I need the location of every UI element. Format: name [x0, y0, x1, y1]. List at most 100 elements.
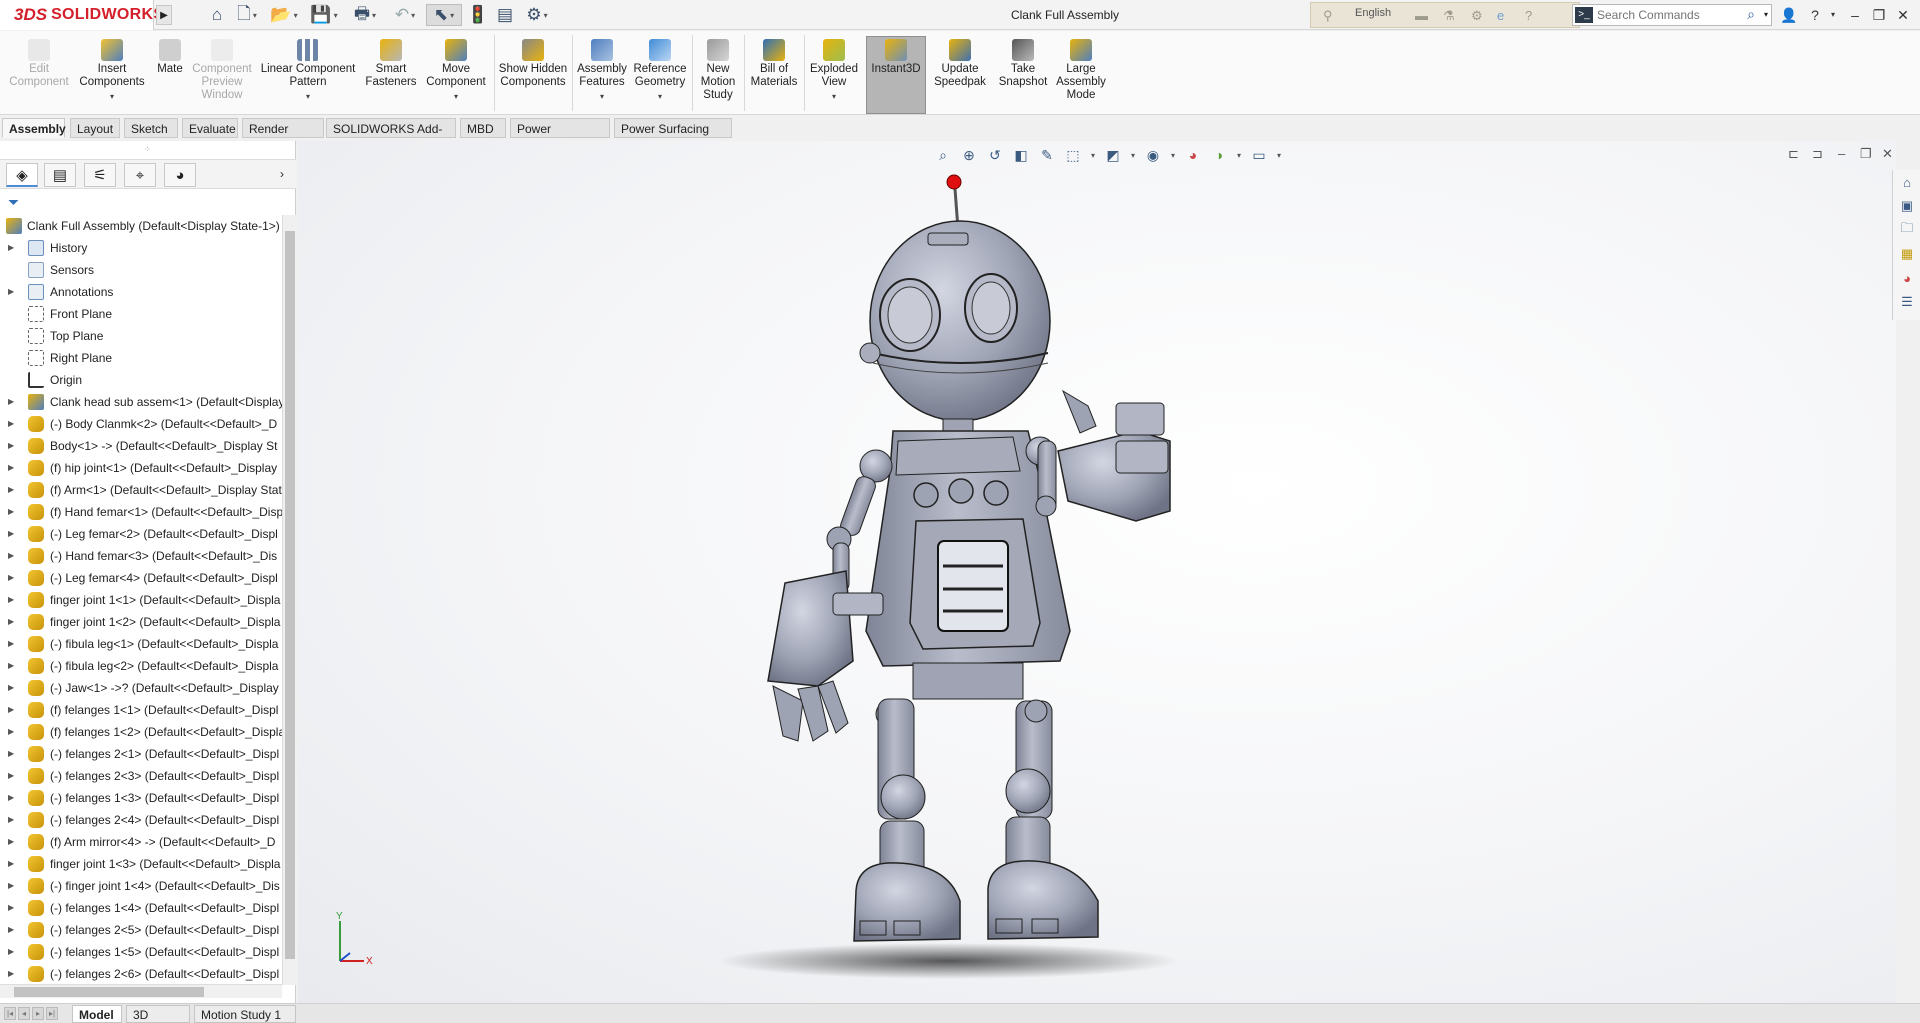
save-icon[interactable]: 💾 ▾ — [308, 4, 340, 26]
select-icon[interactable]: ⬉ ▾ — [426, 4, 462, 26]
tree-item[interactable]: ▶ (-) Jaw<1> ->? (Default<<Default>_Displ… — [0, 677, 282, 699]
property-manager-tab-icon[interactable]: ▤ — [44, 163, 76, 187]
smart-fasteners-button[interactable]: Smart Fasteners — [362, 39, 420, 89]
chevron-down-icon[interactable]: ▾ — [658, 90, 662, 103]
tab-mbd[interactable]: MBD — [460, 118, 506, 138]
configuration-manager-tab-icon[interactable]: ⚟ — [84, 163, 116, 187]
display-manager-tab-icon[interactable]: ◕ — [164, 163, 196, 187]
expand-arrow-icon[interactable]: ▶ — [8, 677, 14, 699]
tree-item[interactable]: ▶ (f) Hand femar<1> (Default<<Default>_Di… — [0, 501, 282, 523]
design-library-icon[interactable]: ▣ — [1897, 196, 1917, 216]
expand-arrow-icon[interactable]: ▶ — [8, 281, 14, 303]
expand-arrow-icon[interactable]: ▶ — [8, 699, 14, 721]
edge-icon[interactable]: e — [1497, 8, 1504, 23]
expand-arrow-icon[interactable]: ▶ — [8, 963, 14, 983]
tree-item[interactable]: ▶ (-) felanges 2<5> (Default<<Default>_Di… — [0, 919, 282, 941]
tree-item[interactable]: ▶ (f) felanges 1<2> (Default<<Default>_Di… — [0, 721, 282, 743]
dimxpert-manager-tab-icon[interactable]: ⌖ — [124, 163, 156, 187]
chevron-down-icon[interactable]: ▾ — [1764, 10, 1768, 19]
expand-arrow-icon[interactable]: ▶ — [8, 435, 14, 457]
tree-item[interactable]: ▶ finger joint 1<3> (Default<<Default>_Di… — [0, 853, 282, 875]
large-assembly-mode-button[interactable]: Large Assembly Mode — [1056, 39, 1106, 102]
expand-arrow-icon[interactable]: ▶ — [8, 721, 14, 743]
new-motion-study-button[interactable]: New Motion Study — [696, 39, 740, 102]
tree-item[interactable]: ▶ Annotations — [0, 281, 282, 303]
solidworks-logo[interactable]: 3DS SOLIDWORKS — [0, 0, 164, 30]
home-icon[interactable]: ⌂ — [206, 4, 228, 26]
expand-arrow-icon[interactable]: ▶ — [8, 501, 14, 523]
gear-icon[interactable]: ⚙ — [1471, 8, 1483, 24]
prev-tab-arrow-icon[interactable]: ◂ — [18, 1007, 30, 1020]
search-icon[interactable]: ⌕ — [1747, 6, 1755, 23]
tree-item[interactable]: ▶ finger joint 1<2> (Default<<Default>_Di… — [0, 611, 282, 633]
tree-item[interactable]: ▶ (-) Leg femar<4> (Default<<Default>_Dis… — [0, 567, 282, 589]
search-commands-box[interactable]: >_ ⌕ ▾ — [1572, 4, 1772, 26]
insert-components-button[interactable]: Insert Components ▾ — [76, 39, 148, 103]
move-component-button[interactable]: Move Component ▾ — [422, 39, 490, 103]
tree-item[interactable]: ▶ (-) finger joint 1<4> (Default<<Default… — [0, 875, 282, 897]
expand-arrow-icon[interactable]: ▶ — [8, 589, 14, 611]
expand-arrow-icon[interactable]: ▶ — [8, 831, 14, 853]
tree-item[interactable]: Front Plane — [0, 303, 282, 325]
new-document-icon[interactable]: 🗋 ▾ — [232, 4, 262, 26]
expand-arrow-icon[interactable]: ▶ — [8, 941, 14, 963]
reference-geometry-button[interactable]: Reference Geometry ▾ — [632, 39, 688, 103]
tab-evaluate[interactable]: Evaluate — [182, 118, 238, 138]
expand-arrow-icon[interactable]: ▶ — [8, 391, 14, 413]
tab-motion-study-1[interactable]: Motion Study 1 — [194, 1005, 296, 1023]
tree-item[interactable]: Right Plane — [0, 347, 282, 369]
tab-power-surfacing-re[interactable]: Power Surfacing RE — [614, 118, 732, 156]
tree-item[interactable]: ▶ (f) felanges 1<1> (Default<<Default>_Di… — [0, 699, 282, 721]
take-snapshot-button[interactable]: Take Snapshot — [994, 39, 1052, 89]
tree-item[interactable]: ▶ (-) felanges 1<5> (Default<<Default>_Di… — [0, 941, 282, 963]
tree-horizontal-scrollbar[interactable] — [0, 984, 282, 998]
next-tab-arrow-icon[interactable]: ▸ — [32, 1007, 44, 1020]
tab-layout[interactable]: Layout — [70, 118, 120, 138]
chevron-down-icon[interactable]: ▾ — [306, 90, 310, 103]
tab-power-surfacing[interactable]: Power Surfacing — [510, 118, 610, 156]
tree-item[interactable]: ▶ (f) Arm<1> (Default<<Default>_Display S… — [0, 479, 282, 501]
clank-robot-model[interactable] — [298, 141, 1896, 1003]
appearances-icon[interactable]: ◕ — [1897, 268, 1917, 288]
tree-root[interactable]: Clank Full Assembly (Default<Display Sta… — [0, 215, 282, 237]
solidworks-resources-icon[interactable]: ⚲ — [1323, 8, 1333, 24]
edit-component-button[interactable]: Edit Component — [8, 39, 70, 89]
expand-arrow-icon[interactable]: ▶ — [8, 413, 14, 435]
traffic-light-icon[interactable]: 🚦 — [467, 4, 488, 26]
tree-item[interactable]: ▶ (-) felanges 2<6> (Default<<Default>_Di… — [0, 963, 282, 983]
filter-icon[interactable]: ⏷ — [8, 194, 19, 211]
feature-manager-tab-icon[interactable]: ◈ — [6, 163, 38, 187]
panel-splitter-handle[interactable]: ⁘ — [144, 145, 151, 154]
tree-item[interactable]: ▶ (-) felanges 2<4> (Default<<Default>_Di… — [0, 809, 282, 831]
user-icon[interactable]: 👤 — [1778, 4, 1800, 26]
expand-arrow-icon[interactable]: ▶ — [8, 853, 14, 875]
chevron-down-icon[interactable]: ▾ — [110, 90, 114, 103]
chevron-down-icon[interactable]: ▾ — [600, 90, 604, 103]
expand-arrow-icon[interactable]: ▶ — [8, 237, 14, 259]
expand-arrow-icon[interactable]: ▶ — [8, 897, 14, 919]
exploded-view-button[interactable]: Exploded View ▾ — [808, 39, 860, 103]
expand-arrow-icon[interactable]: ▶ — [8, 633, 14, 655]
file-explorer-icon[interactable]: 🗀 — [1897, 220, 1917, 240]
options-icon[interactable]: ⚙ ▾ — [520, 4, 554, 26]
scrollbar-thumb[interactable] — [285, 231, 295, 959]
restore-icon[interactable]: ❐ — [1868, 4, 1890, 26]
open-icon[interactable]: 📂 ▾ — [268, 4, 300, 26]
chevron-down-icon[interactable]: ▾ — [832, 90, 836, 103]
bill-of-materials-button[interactable]: Bill of Materials — [748, 39, 800, 89]
expand-arrow-icon[interactable]: ▶ — [8, 567, 14, 589]
tab-assembly[interactable]: Assembly — [2, 118, 66, 138]
chevron-down-icon[interactable]: ▾ — [454, 90, 458, 103]
close-icon[interactable]: ✕ — [1892, 4, 1914, 26]
flask-icon[interactable]: ⚗ — [1443, 8, 1455, 24]
view-palette-icon[interactable]: ▦ — [1897, 244, 1917, 264]
last-tab-arrow-icon[interactable]: ▸| — [46, 1007, 58, 1020]
help-circle-icon[interactable]: ? — [1525, 8, 1532, 23]
tab-model[interactable]: Model — [72, 1005, 122, 1023]
instant3d-button[interactable]: Instant3D — [868, 39, 924, 76]
tree-item[interactable]: ▶ (-) Body Clanmk<2> (Default<<Default>_D — [0, 413, 282, 435]
custom-properties-icon[interactable]: ☰ — [1897, 292, 1917, 312]
expand-arrow-icon[interactable]: ▶ — [8, 545, 14, 567]
tab-render-tools[interactable]: Render Tools — [242, 118, 324, 156]
expand-arrow-icon[interactable]: ▶ — [8, 479, 14, 501]
